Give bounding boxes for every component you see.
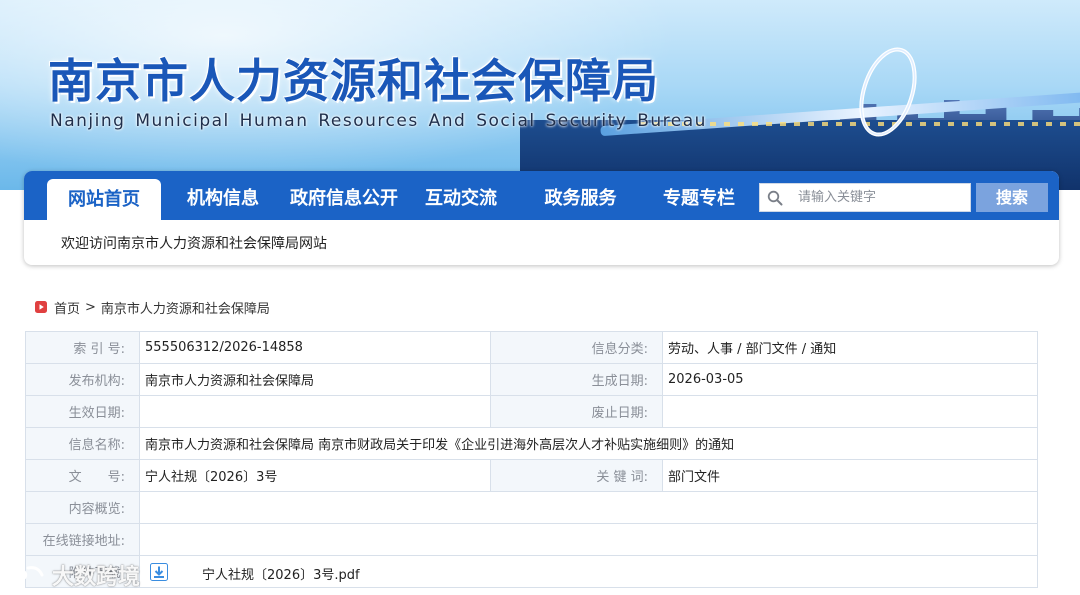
expire-date-label: 废止日期:	[490, 395, 663, 428]
document-number-value: 宁人社规〔2026〕3号	[139, 459, 491, 492]
page-root: { "banner": { "title_zh": "南京市人力资源和社会保障局…	[0, 0, 1080, 595]
table-row: 发布机构: 南京市人力资源和社会保障局 生成日期: 2026-03-05	[25, 363, 1038, 396]
site-title-english: Nanjing Municipal Human Resources And So…	[50, 111, 707, 131]
keywords-value: 部门文件	[662, 459, 1038, 492]
nav-item-services[interactable]: 政务服务	[533, 171, 628, 220]
online-link-value	[139, 523, 1038, 556]
search-input[interactable]	[790, 184, 960, 211]
index-label: 索 引 号:	[25, 331, 140, 364]
info-name-value: 南京市人力资源和社会保障局 南京市财政局关于印发《企业引进海外高层次人才补贴实施…	[139, 427, 1038, 460]
table-row: 在线链接地址:	[25, 523, 1038, 556]
effective-date-value	[139, 395, 491, 428]
summary-label: 内容概览:	[25, 491, 140, 524]
created-date-value: 2026-03-05	[662, 363, 1038, 396]
header-banner: 南京市人力资源和社会保障局 Nanjing Municipal Human Re…	[0, 0, 1080, 190]
category-label: 信息分类:	[490, 331, 663, 364]
search-icon	[760, 183, 790, 212]
attachment-file-link[interactable]: 宁人社规〔2026〕3号.pdf	[202, 564, 360, 583]
download-icon[interactable]	[150, 563, 168, 581]
search-button[interactable]: 搜索	[976, 183, 1048, 212]
document-info-table: 索 引 号: 555506312/2026-14858 信息分类: 劳动、人事 …	[25, 331, 1038, 588]
publisher-value: 南京市人力资源和社会保障局	[139, 363, 491, 396]
table-row: 文 号: 宁人社规〔2026〕3号 关 键 词: 部门文件	[25, 459, 1038, 492]
expire-date-value	[662, 395, 1038, 428]
publisher-label: 发布机构:	[25, 363, 140, 396]
search-box	[759, 183, 971, 212]
attachment-cell: 宁人社规〔2026〕3号.pdf	[139, 555, 1038, 588]
online-link-label: 在线链接地址:	[25, 523, 140, 556]
breadcrumb-separator: >	[85, 299, 96, 315]
table-row: 附件下载: 宁人社规〔2026〕3号.pdf	[25, 555, 1038, 588]
site-title-chinese: 南京市人力资源和社会保障局	[48, 54, 659, 108]
keywords-label: 关 键 词:	[490, 459, 663, 492]
created-date-label: 生成日期:	[490, 363, 663, 396]
category-value: 劳动、人事 / 部门文件 / 通知	[662, 331, 1038, 364]
nav-item-organization[interactable]: 机构信息	[173, 171, 273, 220]
nav-item-home[interactable]: 网站首页	[47, 179, 161, 220]
nav-item-gov-info[interactable]: 政府信息公开	[283, 171, 405, 220]
home-icon	[35, 301, 47, 313]
breadcrumb: 首页 > 南京市人力资源和社会保障局	[35, 298, 270, 317]
breadcrumb-home-link[interactable]: 首页	[54, 298, 80, 317]
bridge-arch-icon	[859, 47, 917, 137]
nav-item-topics[interactable]: 专题专栏	[652, 171, 746, 220]
table-row: 信息名称: 南京市人力资源和社会保障局 南京市财政局关于印发《企业引进海外高层次…	[25, 427, 1038, 460]
table-row: 索 引 号: 555506312/2026-14858 信息分类: 劳动、人事 …	[25, 331, 1038, 364]
document-number-label: 文 号:	[25, 459, 140, 492]
summary-value	[139, 491, 1038, 524]
nav-item-interaction[interactable]: 互动交流	[415, 171, 507, 220]
main-nav-bar: 网站首页 机构信息 政府信息公开 互动交流 政务服务 专题专栏 搜索	[24, 171, 1059, 220]
attachment-label: 附件下载:	[25, 555, 140, 588]
table-row: 生效日期: 废止日期:	[25, 395, 1038, 428]
welcome-message: 欢迎访问南京市人力资源和社会保障局网站	[61, 236, 327, 252]
table-row: 内容概览:	[25, 491, 1038, 524]
index-value: 555506312/2026-14858	[139, 331, 491, 364]
effective-date-label: 生效日期:	[25, 395, 140, 428]
breadcrumb-current-link[interactable]: 南京市人力资源和社会保障局	[101, 298, 270, 317]
info-name-label: 信息名称:	[25, 427, 140, 460]
navigation-card: 网站首页 机构信息 政府信息公开 互动交流 政务服务 专题专栏 搜索 欢迎访问南…	[24, 171, 1059, 265]
